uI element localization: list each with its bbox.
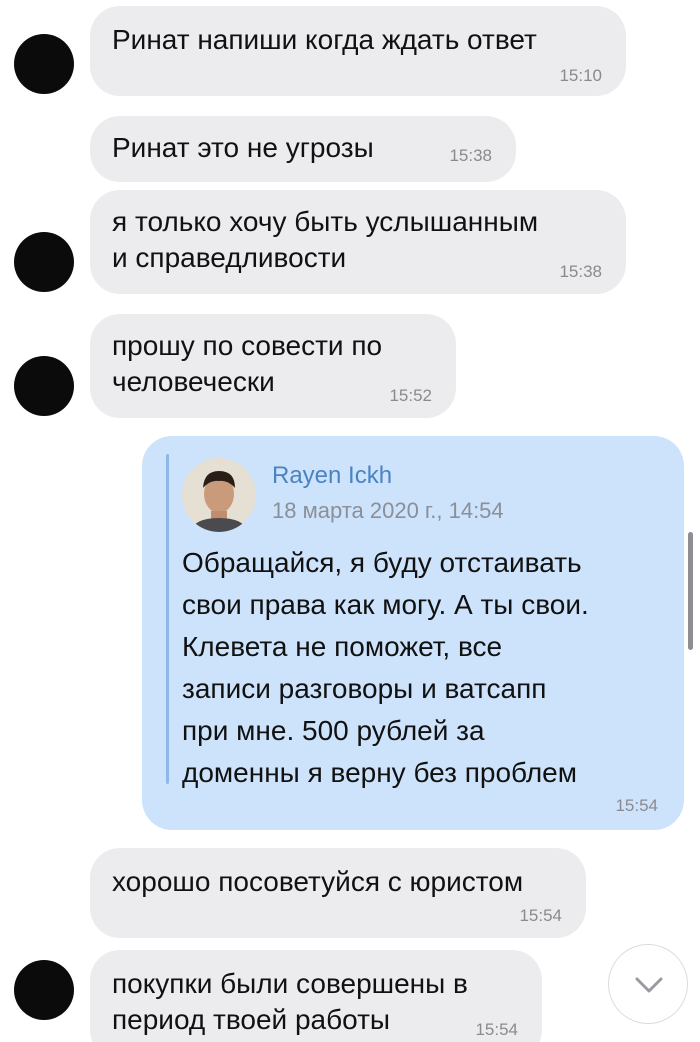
message-time: 15:54 — [519, 906, 562, 925]
forward-date: 18 марта 2020 г., 14:54 — [272, 498, 504, 523]
forward-indicator-bar — [166, 454, 169, 784]
chevron-down-icon — [635, 977, 663, 993]
message-text: прошу по совести по человечески — [112, 330, 383, 397]
redacted-avatar — [14, 34, 74, 94]
incoming-message[interactable]: Ринат это не угрозы 15:38 — [90, 116, 516, 182]
message-text: хорошо посоветуйся с юристом — [112, 866, 524, 897]
scrollbar[interactable] — [688, 532, 693, 650]
forwarded-text: Обращайся, я буду отстаивать свои права … — [182, 547, 589, 788]
message-time: 15:54 — [475, 1020, 518, 1039]
incoming-message[interactable]: прошу по совести по человечески 15:52 — [90, 314, 456, 418]
message-time: 15:54 — [615, 796, 658, 815]
forward-author-name[interactable]: Rayen Ickh — [272, 462, 392, 490]
incoming-message[interactable]: покупки были совершены в период твоей ра… — [90, 950, 542, 1042]
message-time: 15:52 — [389, 386, 432, 405]
chat-view: Ринат напиши когда ждать ответ 15:10 Рин… — [0, 0, 700, 1042]
message-time: 15:38 — [449, 146, 492, 165]
forwarded-message[interactable]: Rayen Ickh 18 марта 2020 г., 14:54 Обращ… — [142, 436, 684, 830]
author-avatar[interactable] — [182, 458, 256, 532]
scroll-to-bottom-button[interactable] — [608, 944, 688, 1024]
incoming-message[interactable]: Ринат напиши когда ждать ответ 15:10 — [90, 6, 626, 96]
message-text: Ринат напиши когда ждать ответ — [112, 24, 537, 55]
message-time: 15:38 — [559, 262, 602, 281]
incoming-message[interactable]: хорошо посоветуйся с юристом 15:54 — [90, 848, 586, 938]
redacted-avatar — [14, 356, 74, 416]
redacted-avatar — [14, 960, 74, 1020]
message-text: Ринат это не угрозы — [112, 132, 374, 163]
person-avatar-icon — [182, 458, 256, 532]
message-text: я только хочу быть услышанным и справедл… — [112, 206, 539, 273]
message-text: покупки были совершены в период твоей ра… — [112, 968, 468, 1035]
redacted-avatar — [14, 232, 74, 292]
message-time: 15:10 — [559, 66, 602, 85]
incoming-message[interactable]: я только хочу быть услышанным и справедл… — [90, 190, 626, 294]
